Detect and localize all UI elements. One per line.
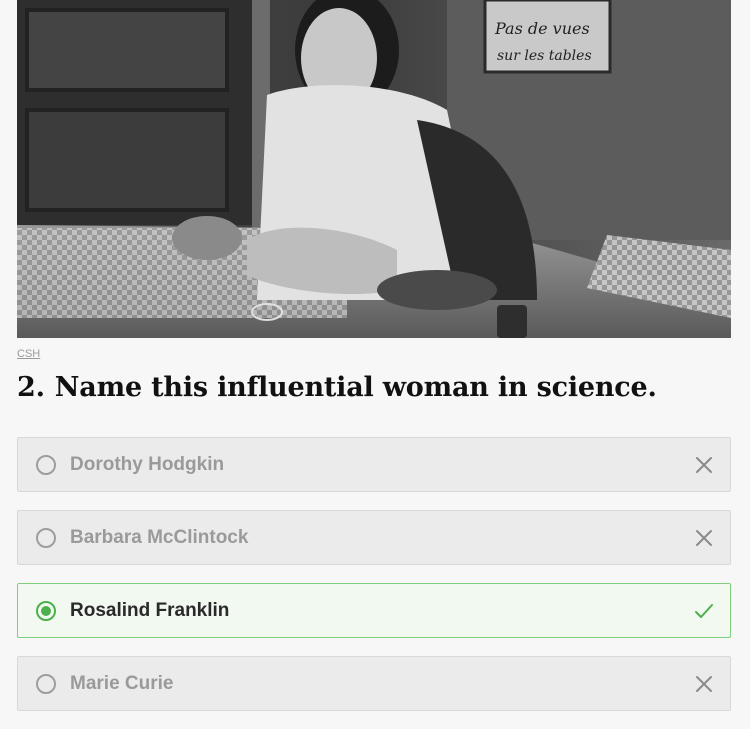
radio-icon [36,527,56,548]
photo-credit-link[interactable]: CSH [17,348,40,360]
answer-option-dorothy-hodgkin[interactable]: Dorothy Hodgkin [17,437,731,492]
answer-label: Barbara McClintock [70,526,249,548]
answer-list: Dorothy Hodgkin Barbara McClintock Rosal… [17,437,731,729]
question-text: Name this influential woman in science. [54,372,657,403]
question-photo: Pas de vues sur les tables [17,0,731,338]
radio-selected-icon [36,600,56,621]
answer-label: Rosalind Franklin [70,599,230,621]
check-icon [695,604,713,618]
close-icon [696,676,712,692]
close-icon [696,530,712,546]
answer-option-rosalind-franklin[interactable]: Rosalind Franklin [17,583,731,638]
wall-sign-line-2: sur les tables [497,48,592,64]
answer-label: Dorothy Hodgkin [70,453,225,475]
radio-icon [36,673,56,694]
answer-label: Marie Curie [70,672,174,694]
question-number: 2. [17,372,45,403]
answer-option-marie-curie[interactable]: Marie Curie [17,656,731,711]
answer-option-barbara-mcclintock[interactable]: Barbara McClintock [17,510,731,565]
close-icon [696,457,712,473]
wall-sign-line-1: Pas de vues [494,19,590,38]
question-heading: 2. Name this influential woman in science… [17,372,657,403]
radio-icon [36,454,56,475]
